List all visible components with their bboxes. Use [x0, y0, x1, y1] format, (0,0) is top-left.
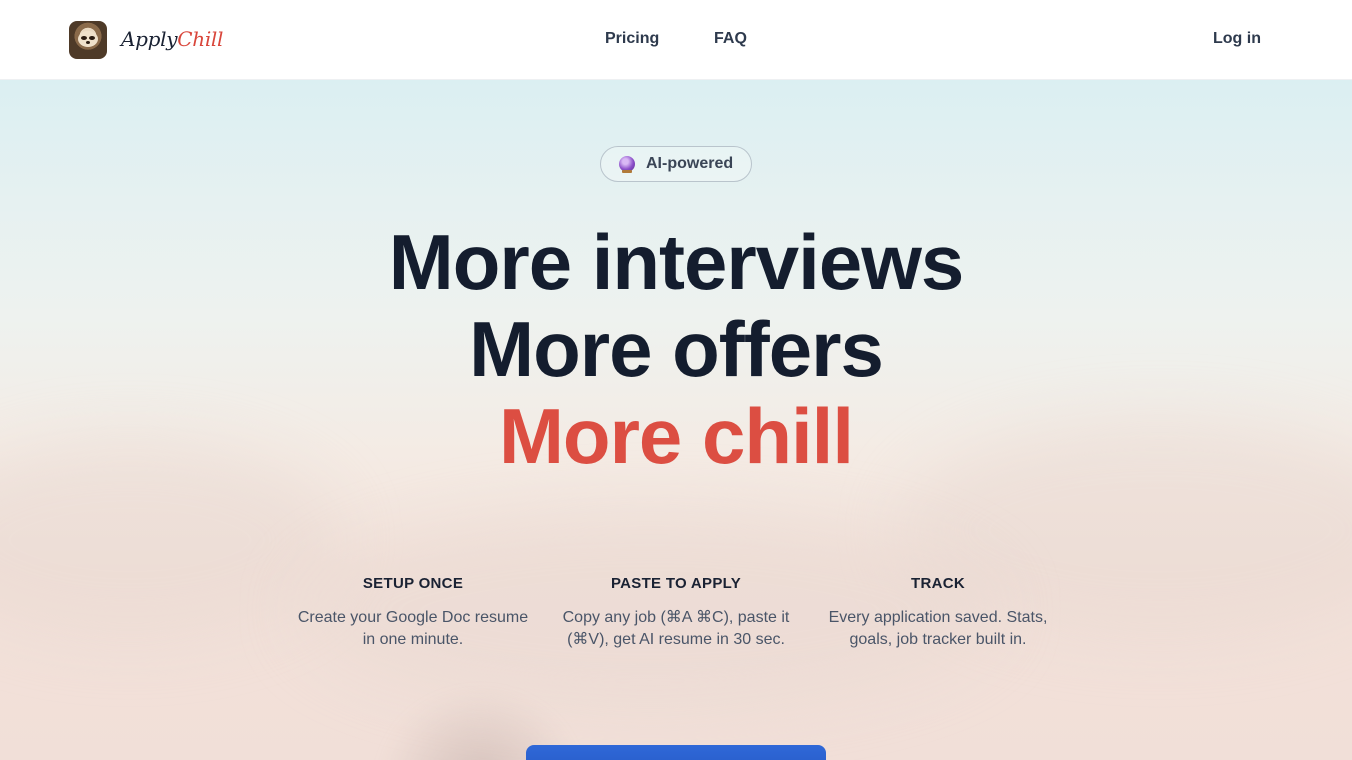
site-header: ApplyChill Pricing FAQ Log in — [0, 0, 1352, 80]
feature-description: Copy any job (⌘A ⌘C), paste it (⌘V), get… — [562, 609, 790, 648]
feature-track: TRACK Every application saved. Stats, go… — [818, 575, 1058, 651]
feature-setup-once: SETUP ONCE Create your Google Doc resume… — [293, 575, 533, 651]
headline-line-3: More chill — [498, 392, 854, 480]
nav-link-pricing[interactable]: Pricing — [605, 30, 659, 48]
cta-button[interactable] — [526, 745, 826, 760]
nav-link-faq[interactable]: FAQ — [714, 30, 747, 48]
feature-title: SETUP ONCE — [362, 575, 464, 592]
login-link[interactable]: Log in — [1213, 30, 1261, 48]
feature-title: TRACK — [911, 575, 965, 592]
ai-powered-badge: AI-powered — [600, 146, 752, 182]
sloth-eye-right — [89, 36, 95, 40]
brand-name-part1: Apply — [121, 27, 178, 51]
feature-description: Create your Google Doc resume in one min… — [297, 609, 529, 648]
headline-line-2: More offers — [469, 305, 884, 393]
feature-title: PASTE TO APPLY — [610, 575, 742, 592]
crystal-ball-icon — [619, 156, 635, 173]
brand-wordmark[interactable]: ApplyChill — [121, 27, 223, 51]
hero-section: AI-powered More interviews More offers M… — [0, 80, 1352, 760]
sloth-eye-left — [81, 36, 87, 40]
sloth-nose — [86, 41, 90, 44]
badge-label: AI-powered — [646, 155, 734, 172]
brand-name-part2: Chill — [177, 27, 224, 51]
feature-description: Every application saved. Stats, goals, j… — [828, 609, 1048, 648]
feature-paste-to-apply: PASTE TO APPLY Copy any job (⌘A ⌘C), pas… — [556, 575, 796, 651]
headline-line-1: More interviews — [388, 218, 965, 306]
logo-icon[interactable] — [69, 21, 107, 59]
